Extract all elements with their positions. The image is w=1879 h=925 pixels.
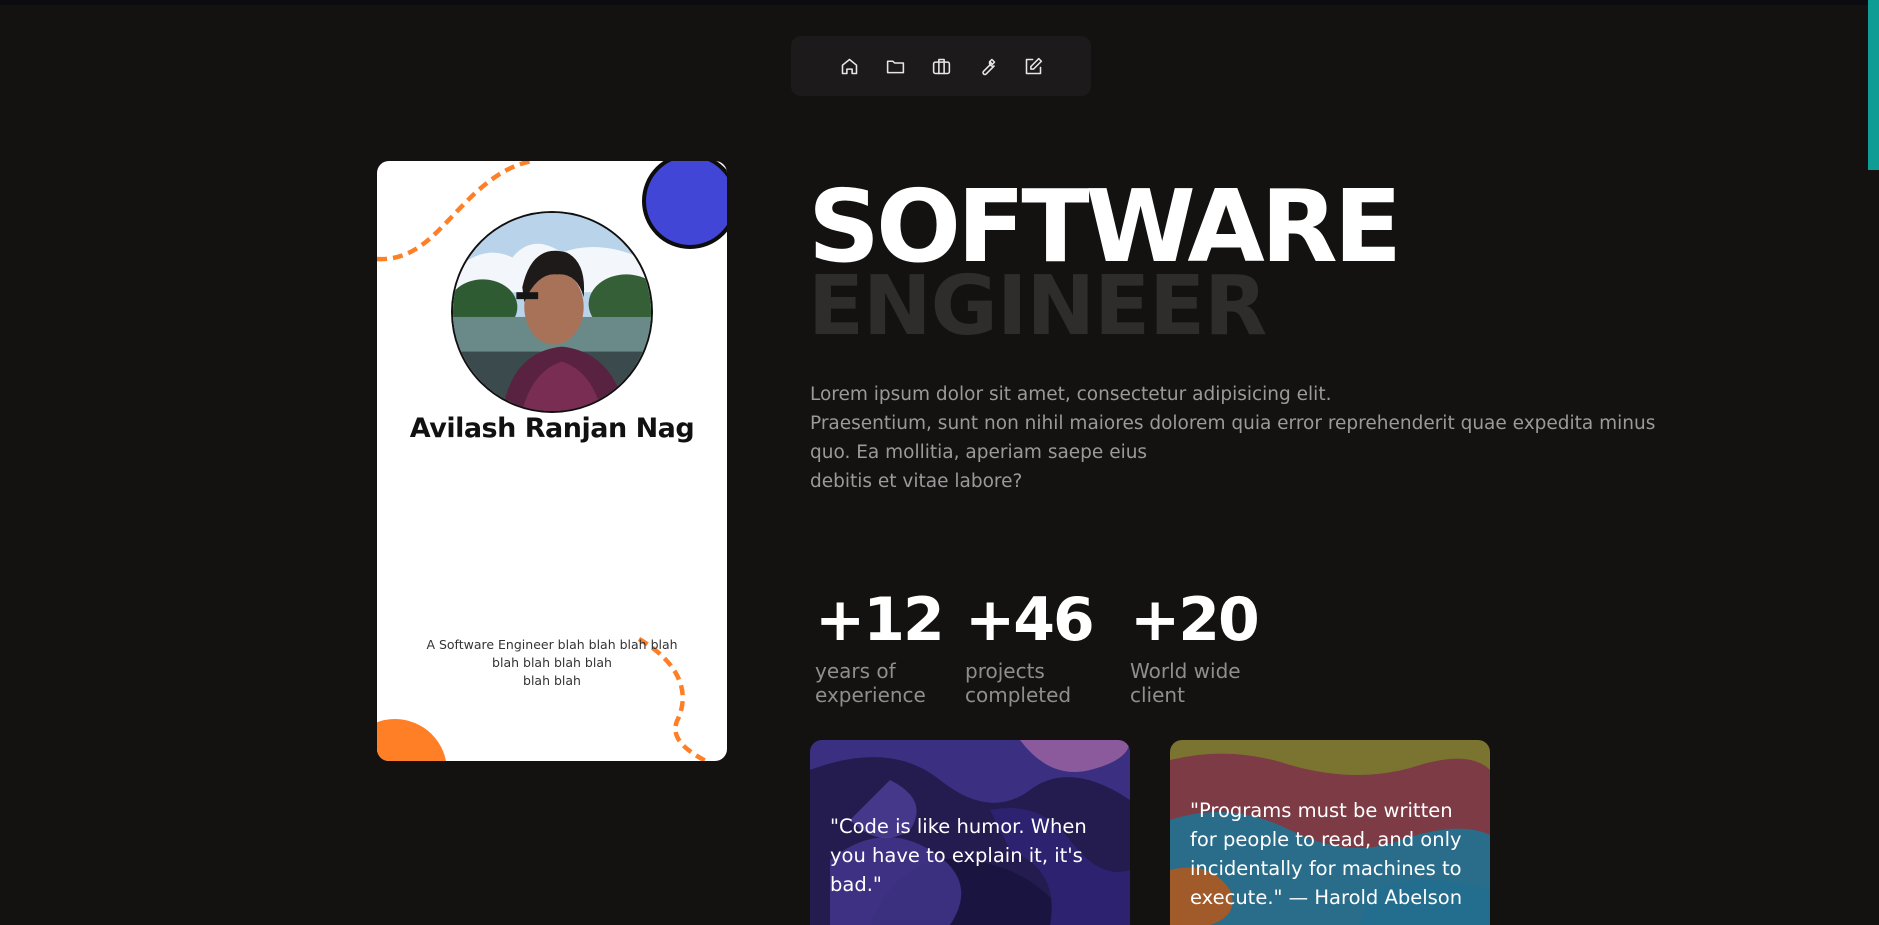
quote-text: "Code is like humor. When you have to ex… <box>830 815 1087 896</box>
nav-skills-button[interactable] <box>975 54 999 78</box>
folder-icon <box>886 59 904 73</box>
intro-paragraph: Lorem ipsum dolor sit amet, consectetur … <box>810 380 1690 496</box>
avatar-photo <box>453 213 651 411</box>
stat-years: +12 years of experience <box>815 580 945 707</box>
stat-label: World wide client <box>1130 659 1241 707</box>
stat-projects: +46 projects completed <box>965 580 1095 707</box>
nav-home-button[interactable] <box>837 54 861 78</box>
edit-icon <box>1025 57 1042 74</box>
orange-circle-shape <box>377 719 447 761</box>
quote-text: "Programs must be written for people to … <box>1190 799 1463 909</box>
nav-contact-button[interactable] <box>1021 54 1045 78</box>
navigation-bar <box>791 36 1091 96</box>
profile-name: Avilash Ranjan Nag <box>409 413 695 444</box>
intro-line: debitis et vitae labore? <box>810 471 1023 492</box>
stat-clients: +20 World wide client <box>1130 580 1260 707</box>
nav-projects-button[interactable] <box>883 54 907 78</box>
quote-card-1: "Code is like humor. When you have to ex… <box>810 740 1130 925</box>
profile-card: Avilash Ranjan Nag A Software Engineer b… <box>377 161 727 761</box>
stat-value: +46 <box>965 585 1095 655</box>
nav-experience-button[interactable] <box>929 54 953 78</box>
top-border <box>0 0 1879 5</box>
scrollbar-thumb[interactable] <box>1868 0 1879 170</box>
hero-title-line-2: ENGINEER <box>808 259 1267 354</box>
stat-value: +20 <box>1130 585 1260 655</box>
profile-bio: A Software Engineer blah blah blah blah … <box>426 637 678 688</box>
quote-card-2: "Programs must be written for people to … <box>1170 740 1490 925</box>
intro-line: Praesentium, sunt non nihil maiores dolo… <box>810 413 1656 463</box>
stat-label: years of experience <box>815 659 926 707</box>
intro-line: Lorem ipsum dolor sit amet, consectetur … <box>810 384 1332 405</box>
briefcase-icon <box>932 58 950 74</box>
avatar <box>451 211 653 413</box>
stat-value: +12 <box>815 585 945 655</box>
wrench-icon <box>981 58 995 75</box>
home-icon <box>841 58 857 74</box>
blue-circle-shape <box>642 161 727 249</box>
stat-label: projects completed <box>965 659 1072 707</box>
